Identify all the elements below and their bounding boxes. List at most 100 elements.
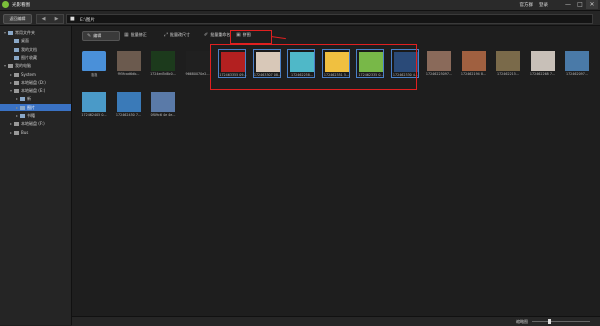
close-button[interactable]: ✕ xyxy=(586,0,598,9)
sidebar-item[interactable]: ▸ 新 xyxy=(0,95,71,102)
thumbnail-caption: 0f09c6 4e 4e... xyxy=(150,113,176,117)
zoom-slider[interactable] xyxy=(532,319,590,324)
sidebar-item[interactable]: ▸ 本地磁盘 (F:) xyxy=(0,120,71,127)
thumbnail-image xyxy=(565,51,589,71)
disk-icon xyxy=(14,72,19,77)
image-thumbnail[interactable]: 172462268 7... xyxy=(529,49,557,78)
thumbnail-image xyxy=(151,51,175,71)
toolbar-button-1[interactable]: ✎ 编辑 xyxy=(82,31,120,41)
toolbar-button-3[interactable]: ⤢ 批量改尺寸 xyxy=(160,31,194,39)
toolbar-button-label: 批量修正 xyxy=(130,32,147,37)
maximize-button[interactable]: □ xyxy=(574,0,586,9)
resize-icon: ⤢ xyxy=(164,32,169,38)
image-thumbnail[interactable]: 172462215... xyxy=(494,49,522,78)
thumbnail-caption: 17246225097... xyxy=(425,72,453,76)
zoom-slider-knob[interactable] xyxy=(547,319,551,324)
login-link[interactable]: 登录 xyxy=(539,2,548,8)
folder-icon xyxy=(8,31,13,35)
thumbnail-image xyxy=(461,51,486,71)
thumbnail-image xyxy=(530,51,555,71)
minimize-button[interactable]: — xyxy=(562,0,574,9)
zoom-label: 缩略图 xyxy=(516,319,528,324)
pencil-icon: ✎ xyxy=(87,33,92,39)
sidebar-item[interactable]: 我的文档 xyxy=(0,46,71,53)
toolbar-button-2[interactable]: ▦ 批量修正 xyxy=(120,31,151,39)
thumbnail-image xyxy=(116,51,141,71)
sidebar-item[interactable]: ▸ Bus xyxy=(0,129,71,136)
thumbnail-caption: 泡泡 xyxy=(90,73,98,77)
folder-icon xyxy=(14,47,19,52)
folder-tree: ▾ 常用文件夹桌面我的文档图片收藏 ▾ 我的电脑 ▸ System ▸ 本地磁盘 (D:) ▾ 本… xyxy=(0,26,72,325)
sidebar-item[interactable]: ▾ 本地磁盘 (E:) xyxy=(0,87,71,94)
sidebar-item[interactable]: ▾ 常用文件夹 xyxy=(0,29,71,36)
folder-icon xyxy=(82,51,106,71)
app-logo-icon xyxy=(2,1,9,8)
forward-arrow-icon[interactable]: ▶ xyxy=(50,15,63,23)
thumbnail-caption: 172462215... xyxy=(496,72,520,76)
folder-icon xyxy=(14,39,19,44)
sidebar-item-label: 桌面 xyxy=(21,38,29,44)
title-bar: 光影看图 官方群 登录 — □ ✕ xyxy=(0,0,600,11)
sidebar-item[interactable]: ▸ 书籍 xyxy=(0,112,71,119)
toolbar-button-label: 批量重命名 xyxy=(210,32,231,37)
sidebar-item[interactable]: ▸ 本地磁盘 (D:) xyxy=(0,79,71,86)
address-bar[interactable]: ■ E:\图片 xyxy=(66,14,593,24)
sidebar-item-label: 图片收藏 xyxy=(21,54,37,60)
sidebar-item-label: 我的电脑 xyxy=(15,63,31,69)
image-thumbnail[interactable]: 172462097... xyxy=(563,49,591,78)
sidebar-item-label: 常用文件夹 xyxy=(15,30,35,35)
back-to-edit-button[interactable]: 返回编辑 xyxy=(3,14,32,24)
thumbnail-caption: f95fcad6db... xyxy=(117,72,140,76)
folder-icon: ■ xyxy=(70,16,75,22)
thumbnail-caption: 172462097... xyxy=(565,72,589,76)
disk-icon xyxy=(14,80,19,85)
sidebar-item[interactable]: 桌面 xyxy=(0,37,71,44)
thumbnail-image xyxy=(151,92,175,112)
thumbnail-caption: 172462194 8... xyxy=(460,72,487,76)
sidebar-item-label: System xyxy=(21,71,36,77)
official-group-link[interactable]: 官方群 xyxy=(520,2,534,8)
image-thumbnail[interactable]: 172462194 8... xyxy=(460,49,488,78)
thumbnail-image xyxy=(116,92,141,112)
folder-thumbnail[interactable]: 泡泡 xyxy=(80,49,108,78)
sidebar-item-label: 新 xyxy=(27,96,31,102)
annotation-box-puzzle xyxy=(230,30,272,44)
image-thumbnail[interactable]: 172462450 7... xyxy=(115,90,143,119)
address-path: E:\图片 xyxy=(80,17,95,23)
sidebar-item[interactable]: ▾ 我的电脑 xyxy=(0,62,71,69)
navigation-bar: 返回编辑 ◀ ▶ ■ E:\图片 xyxy=(0,11,600,26)
thumbnail-caption: 96680070e2... xyxy=(185,72,210,76)
thumbnail-image xyxy=(185,51,210,71)
sidebar-item-label: 图片 xyxy=(27,104,35,110)
disk-icon xyxy=(14,122,19,127)
thumbnail-image xyxy=(427,51,451,71)
sidebar-item-label: Bus xyxy=(21,129,29,135)
image-thumbnail[interactable]: 172462405 0... xyxy=(80,90,108,119)
sidebar-item-label: 本地磁盘 (E:) xyxy=(21,88,46,94)
annotation-box-selection xyxy=(210,44,417,90)
rename-icon: ✐ xyxy=(204,32,209,38)
back-arrow-icon[interactable]: ◀ xyxy=(37,15,50,23)
app-title: 光影看图 xyxy=(12,3,30,8)
sidebar-item-label: 我的文档 xyxy=(21,46,37,52)
sidebar-item[interactable]: ▸ System xyxy=(0,71,71,78)
thumbnail-caption: 172462268 7... xyxy=(529,72,556,76)
disk-icon xyxy=(14,89,19,94)
sidebar-item[interactable]: 图片收藏 xyxy=(0,54,71,61)
batch-edit-icon: ▦ xyxy=(124,32,129,38)
image-thumbnail[interactable]: 17246225097... xyxy=(425,49,453,78)
image-thumbnail[interactable]: 0f09c6 4e 4e... xyxy=(149,90,177,119)
history-arrows: ◀ ▶ xyxy=(36,14,64,24)
image-thumbnail[interactable]: f95fcad6db... xyxy=(115,49,143,78)
image-thumbnail[interactable]: 1724ed5d8c0... xyxy=(149,49,177,78)
toolbar-button-label: 编辑 xyxy=(93,33,102,38)
thumbnail-image xyxy=(496,51,520,71)
sidebar-item[interactable]: ▸ 图片 xyxy=(0,103,71,111)
thumbnail-pane: ✎ 编辑 ▦ 批量修正 ⤢ 批量改尺寸 ✐ 批量重命名 ▣ 拼图 泡泡 f95fcad6db... 1… xyxy=(72,26,600,325)
disk-icon xyxy=(14,130,19,135)
folder-icon xyxy=(20,97,25,102)
image-thumbnail[interactable]: 96680070e2... xyxy=(184,49,212,78)
thumbnail-caption: 172462405 0... xyxy=(81,113,107,117)
folder-icon xyxy=(14,55,19,60)
sidebar-item-label: 本地磁盘 (F:) xyxy=(21,121,45,127)
